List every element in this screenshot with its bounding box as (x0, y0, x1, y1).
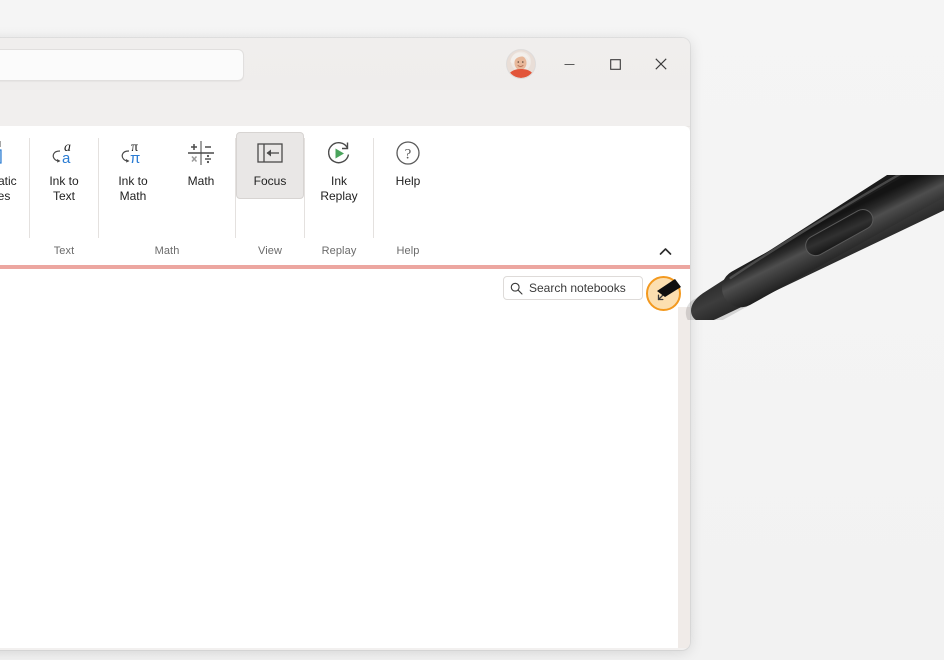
help-icon: ? (393, 136, 423, 170)
automatic-shapes-label: Automatic Shapes (0, 174, 17, 203)
maximize-icon (609, 58, 621, 70)
math-button[interactable]: Math (167, 132, 235, 189)
quick-access-search-input[interactable] (0, 49, 244, 81)
expand-navigation-button[interactable] (646, 276, 681, 311)
onenote-window: Insert Space (0, 38, 690, 650)
maximize-button[interactable] (592, 44, 638, 84)
ribbon-group-math: π π Ink to Math Math Math (99, 126, 235, 266)
page-canvas[interactable] (0, 307, 678, 648)
page-right-edge (678, 307, 690, 648)
minimize-icon (564, 63, 574, 65)
ribbon: Insert Space (0, 126, 690, 267)
focus-icon (254, 136, 286, 170)
ribbon-group-label-view: View (257, 245, 283, 257)
help-label: Help (395, 174, 421, 188)
window-titlebar (0, 38, 690, 90)
ribbon-tabstrip[interactable] (0, 90, 690, 127)
chevron-up-icon (659, 247, 671, 255)
ink-to-math-label: Ink to Math (118, 174, 148, 203)
ribbon-group-replay: Ink Replay Replay (305, 126, 373, 266)
close-button[interactable] (638, 44, 684, 84)
svg-text:π: π (130, 150, 140, 167)
window-controls (546, 38, 684, 90)
ribbon-group-label-math: Math (154, 245, 180, 257)
screen-root: Insert Space (0, 0, 944, 660)
ribbon-group-view: Focus View (236, 126, 304, 266)
ink-replay-button[interactable]: Ink Replay (305, 132, 373, 204)
ink-replay-label: Ink Replay (320, 174, 358, 203)
ink-to-text-label: Ink to Text (49, 174, 79, 203)
expand-diagonal-arrows-icon (657, 287, 670, 300)
focus-label: Focus (253, 174, 287, 188)
close-icon (655, 58, 667, 70)
notebook-header-bar: Search notebooks (0, 269, 690, 307)
account-avatar[interactable] (507, 50, 535, 78)
math-label: Math (187, 174, 215, 188)
minimize-button[interactable] (546, 44, 592, 84)
ink-replay-icon (323, 136, 355, 170)
ink-to-math-icon: π π (117, 136, 149, 170)
ribbon-group-help: ? Help Help (374, 126, 442, 266)
ribbon-group-label-replay: Replay (321, 245, 357, 257)
collapse-ribbon-button[interactable] (654, 240, 676, 262)
search-notebooks-input[interactable]: Search notebooks (503, 276, 643, 300)
ribbon-group-label-shapes: Shapes (0, 245, 29, 257)
automatic-shapes-icon (0, 136, 6, 170)
svg-text:a: a (62, 150, 71, 167)
avatar-photo (507, 50, 535, 78)
search-icon (510, 282, 523, 295)
math-icon (186, 136, 216, 170)
ribbon-groups: Insert Space (0, 126, 442, 266)
ink-to-text-button[interactable]: a a Ink to Text (30, 132, 98, 204)
ribbon-group-text: a a Ink to Text Text (30, 126, 98, 266)
focus-button[interactable]: Focus (236, 132, 304, 199)
help-button[interactable]: ? Help (374, 132, 442, 189)
automatic-shapes-button[interactable]: Automatic Shapes (0, 132, 29, 204)
ink-to-math-button[interactable]: π π Ink to Math (99, 132, 167, 204)
ribbon-group-label-text: Text (53, 245, 75, 257)
ribbon-group-label-help: Help (396, 245, 420, 257)
svg-text:?: ? (405, 147, 412, 163)
ink-to-text-icon: a a (48, 136, 80, 170)
search-notebooks-placeholder: Search notebooks (529, 281, 626, 295)
ribbon-group-shapes: Shapes ⌄ (0, 126, 29, 266)
